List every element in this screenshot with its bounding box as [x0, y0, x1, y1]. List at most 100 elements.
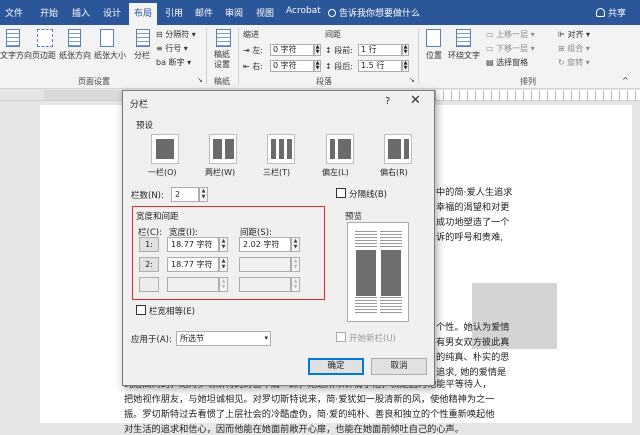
- indent-right-spinner[interactable]: ▲ ▼: [314, 60, 321, 72]
- column-3-width-input[interactable]: [167, 277, 219, 292]
- wrap-text-button[interactable]: 环绕文字: [448, 50, 480, 61]
- ok-button[interactable]: 确定: [308, 358, 364, 375]
- column-1-width-input[interactable]: 18.77 字符: [167, 237, 219, 252]
- line-between-checkbox[interactable]: [336, 188, 346, 198]
- tab-design[interactable]: 设计: [103, 6, 121, 19]
- tab-mailings[interactable]: 邮件: [195, 6, 213, 19]
- indent-left-label: ⇥ 左:: [243, 46, 263, 55]
- doc-right-line: 成功地塑造了一个: [436, 217, 510, 228]
- breaks-button[interactable]: ⊟ 分隔符 ▾: [156, 29, 196, 40]
- column-2-spacing-spinner[interactable]: ▲ ▼: [291, 257, 300, 272]
- tab-acrobat[interactable]: Acrobat: [286, 6, 321, 16]
- column-number-2[interactable]: 2:: [139, 257, 159, 272]
- column-1-spacing-spinner[interactable]: ▲ ▼: [291, 237, 300, 252]
- collapse-ribbon-icon[interactable]: ^: [622, 76, 629, 85]
- column-3-width-spinner[interactable]: ▲ ▼: [219, 277, 228, 292]
- send-backward-button[interactable]: ▭ 下移一层 ▾: [486, 43, 535, 54]
- columns-icon[interactable]: [136, 29, 150, 47]
- spacing-before-spinner[interactable]: ▲ ▼: [402, 44, 409, 56]
- close-button[interactable]: ✕: [410, 93, 421, 108]
- tab-references[interactable]: 引用: [165, 6, 183, 19]
- right-column-icon: [387, 138, 402, 160]
- share-button[interactable]: 共享: [596, 6, 626, 19]
- draft-paper-icon[interactable]: [216, 29, 231, 47]
- column-1-spacing-input[interactable]: 2.02 字符: [239, 237, 291, 252]
- tab-layout[interactable]: 布局: [129, 3, 158, 25]
- group-button[interactable]: ⊞ 组合 ▾: [558, 43, 590, 54]
- help-button[interactable]: ?: [385, 96, 390, 107]
- apply-to-select[interactable]: 所选节 ▾: [176, 331, 271, 346]
- column-2-width-spinner[interactable]: ▲ ▼: [219, 257, 228, 272]
- apply-to-label: 应用于(A):: [131, 335, 172, 345]
- bring-forward-button[interactable]: ▭ 上移一层 ▾: [486, 29, 535, 40]
- two-columns-icon: [212, 138, 223, 160]
- hyphenation-button[interactable]: ba 断字 ▾: [156, 57, 191, 68]
- preset-right[interactable]: [384, 134, 412, 164]
- margins-button[interactable]: 页边距: [32, 50, 56, 61]
- person-icon: [596, 8, 605, 17]
- breaks-label: 分隔符: [165, 30, 190, 39]
- ribbon-tab-bar: 文件 开始 插入 设计 布局 引用 邮件 审阅 视图 Acrobat 告诉我你想…: [0, 0, 640, 25]
- page-size-icon[interactable]: [100, 29, 114, 47]
- position-button[interactable]: 位置: [426, 50, 442, 61]
- doc-right-line: 诉的呼号和责难,: [436, 232, 504, 243]
- column-2-spacing-input[interactable]: [239, 257, 291, 272]
- spacing-after-input[interactable]: 1.5 行: [358, 60, 402, 72]
- arrange-group-label: 排列: [520, 77, 536, 86]
- text-direction-icon[interactable]: [6, 29, 20, 47]
- group-launcher-icon[interactable]: ↘: [409, 76, 415, 84]
- preset-three-columns[interactable]: [267, 134, 295, 164]
- selection-pane-button[interactable]: ▤ 选择窗格: [486, 57, 528, 68]
- column-1-width-spinner[interactable]: ▲ ▼: [219, 237, 228, 252]
- paragraph-group-label: 段落: [316, 77, 332, 86]
- start-new-column-checkbox[interactable]: [336, 332, 346, 342]
- size-button[interactable]: 纸张大小: [94, 50, 126, 61]
- cancel-button[interactable]: 取消: [371, 358, 427, 375]
- column-number-1[interactable]: 1:: [139, 237, 159, 252]
- tab-view[interactable]: 视图: [256, 6, 274, 19]
- doc-body-line: 振。罗切斯特过去看惯了上层社会的冷酷虚伪，简·爱的纯朴、善良和独立的个性重新唤起…: [124, 409, 495, 420]
- column-2-width-input[interactable]: 18.77 字符: [167, 257, 219, 272]
- preset-left[interactable]: [326, 134, 354, 164]
- indent-left-spinner[interactable]: ▲ ▼: [314, 44, 321, 56]
- draft-paper-button[interactable]: 稿纸设置: [214, 50, 234, 70]
- spacing-after-spinner[interactable]: ▲ ▼: [402, 60, 409, 72]
- width-spacing-label: 宽度和间距: [136, 212, 179, 222]
- wrap-text-icon[interactable]: [456, 29, 471, 47]
- tell-me-search[interactable]: 告诉我你想要做什么: [328, 6, 420, 19]
- num-columns-input[interactable]: 2: [171, 187, 199, 202]
- indent-title: 缩进: [243, 30, 259, 39]
- apply-to-value: 所选节: [180, 334, 204, 343]
- orientation-button[interactable]: 纸张方向: [59, 50, 91, 61]
- margins-icon[interactable]: [37, 29, 53, 47]
- separator: [238, 28, 239, 84]
- orientation-icon[interactable]: [68, 29, 81, 47]
- line-numbers-button[interactable]: ≡ 行号 ▾: [156, 43, 188, 54]
- align-button[interactable]: ⊫ 对齐 ▾: [558, 29, 590, 40]
- equal-width-label: 栏宽相等(E): [149, 307, 196, 317]
- num-columns-spinner[interactable]: ▲ ▼: [199, 187, 208, 202]
- lightbulb-icon: [328, 9, 336, 17]
- text-direction-button[interactable]: 文字方向: [0, 50, 32, 61]
- indent-right-input[interactable]: 0 字符: [270, 60, 314, 72]
- num-columns-label: 栏数(N):: [131, 191, 164, 201]
- preset-one-column[interactable]: [151, 134, 179, 164]
- position-icon[interactable]: [426, 29, 441, 47]
- rotate-button[interactable]: ↻ 旋转 ▾: [558, 57, 590, 68]
- tab-file[interactable]: 文件: [5, 6, 23, 19]
- equal-width-checkbox[interactable]: [136, 305, 146, 315]
- column-3-spacing-spinner[interactable]: ▲ ▼: [291, 277, 300, 292]
- tab-insert[interactable]: 插入: [72, 6, 90, 19]
- column-number-3[interactable]: [139, 277, 159, 292]
- doc-right-line: 中的简·爱人生追求: [436, 187, 513, 198]
- preset-two-columns[interactable]: [209, 134, 237, 164]
- group-launcher-icon[interactable]: ↘: [197, 76, 203, 84]
- spacing-before-input[interactable]: 1 行: [358, 44, 402, 56]
- tab-home[interactable]: 开始: [40, 6, 58, 19]
- column-3-spacing-input[interactable]: [239, 277, 291, 292]
- indent-left-input[interactable]: 0 字符: [270, 44, 314, 56]
- doc-right-line: 个性。她认为爱情: [436, 322, 510, 333]
- columns-button[interactable]: 分栏: [134, 50, 150, 61]
- preview-label: 预览: [345, 212, 363, 222]
- tab-review[interactable]: 审阅: [225, 6, 243, 19]
